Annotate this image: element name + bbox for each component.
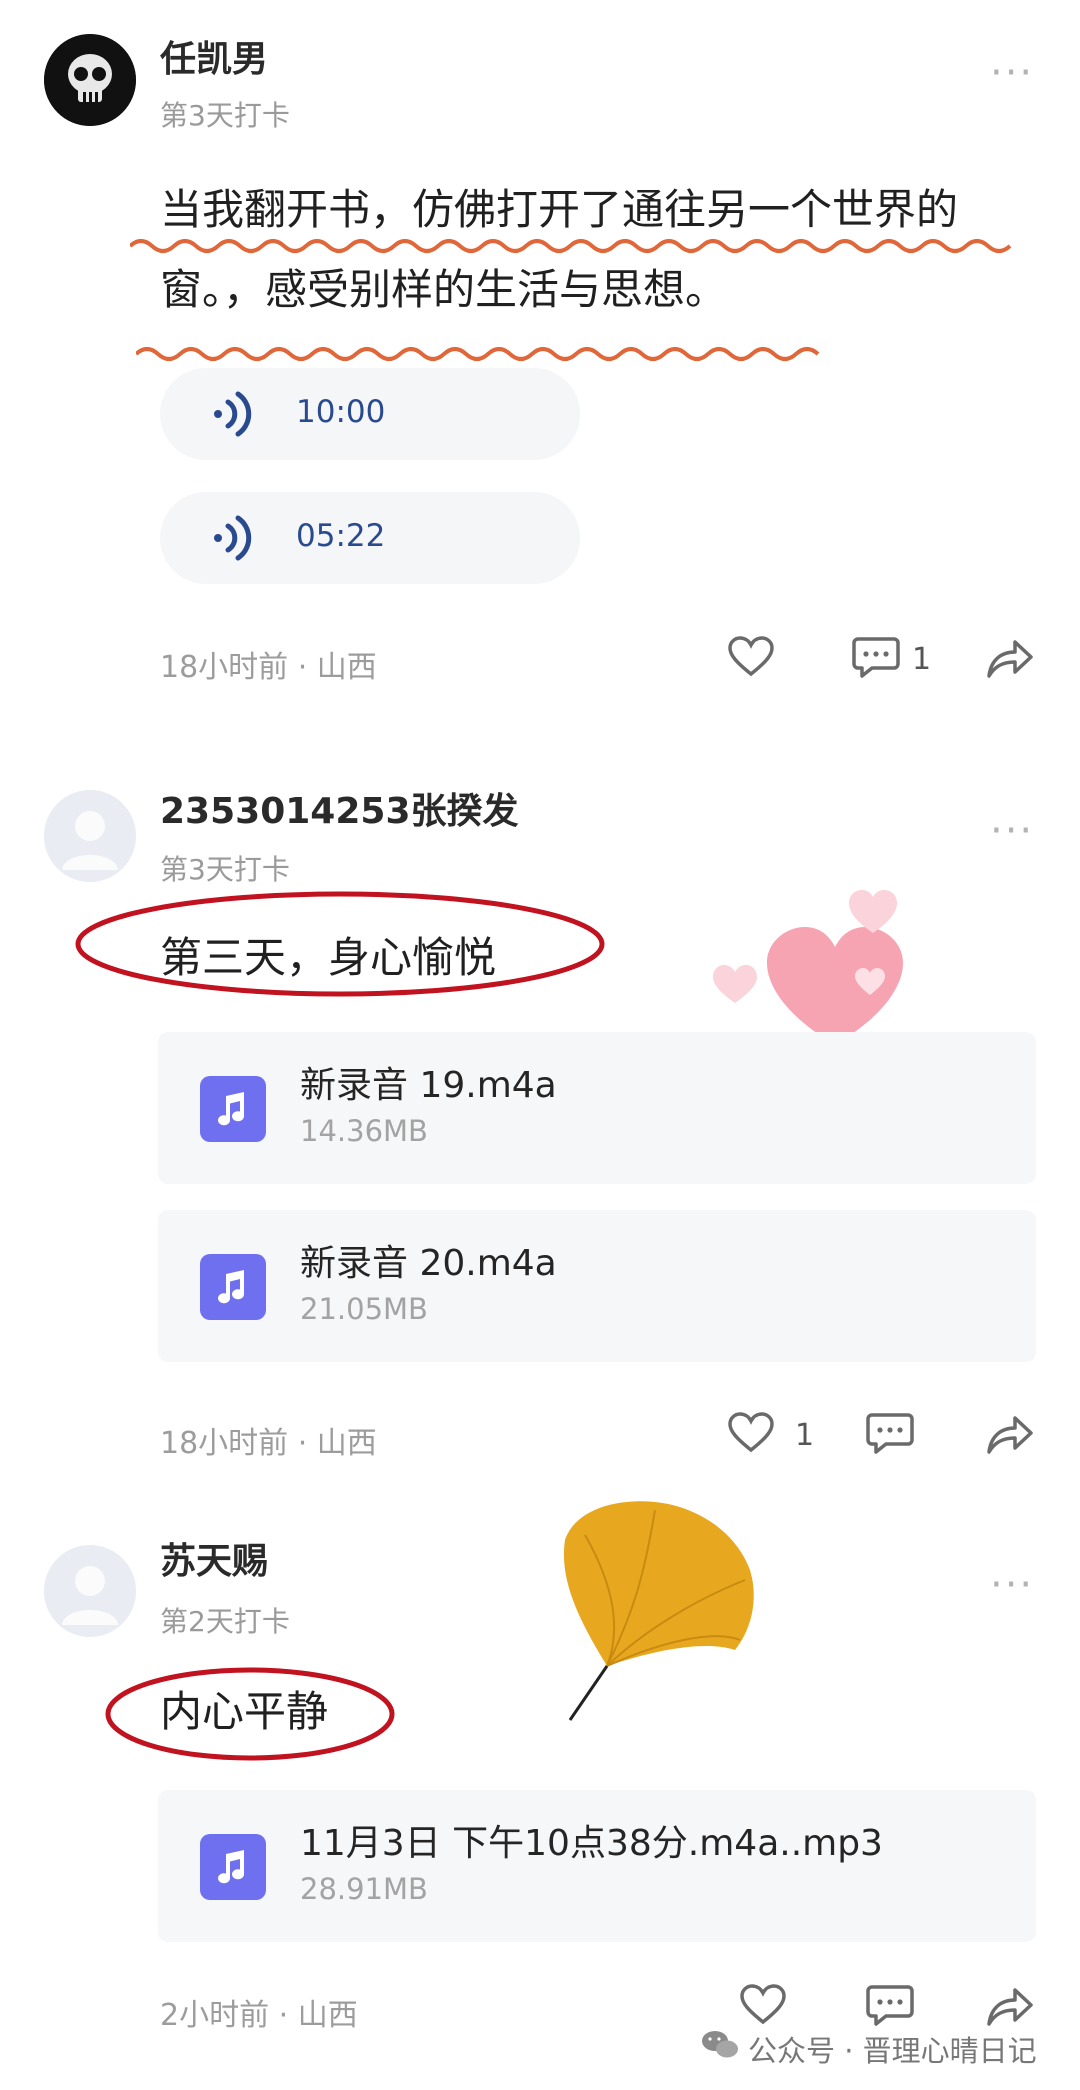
- avatar[interactable]: [44, 790, 136, 882]
- more-options-icon[interactable]: ···: [990, 1562, 1034, 1608]
- wechat-icon: [702, 2031, 738, 2058]
- comment-count: 1: [912, 642, 932, 677]
- file-size: 28.91MB: [300, 1872, 428, 1906]
- post-time-location: 2小时前 · 山西: [160, 1998, 358, 2033]
- file-name: 新录音 19.m4a: [300, 1065, 557, 1106]
- checkin-day-label: 第2天打卡: [160, 1605, 290, 1638]
- avatar[interactable]: [44, 1545, 136, 1637]
- red-circle-annotation: [105, 1667, 395, 1761]
- voice-duration: 10:00: [296, 394, 386, 430]
- file-name: 11月3日 下午10点38分.m4a..mp3: [300, 1823, 883, 1864]
- audio-file-card[interactable]: 11月3日 下午10点38分.m4a..mp3 28.91MB: [158, 1790, 1036, 1942]
- like-heart-icon[interactable]: [728, 1412, 774, 1454]
- voice-message[interactable]: 05:22: [160, 492, 580, 584]
- checkin-day-label: 第3天打卡: [160, 853, 290, 886]
- ginkgo-leaf-icon: [563, 1501, 754, 1721]
- file-name: 新录音 20.m4a: [300, 1243, 557, 1284]
- like-heart-icon[interactable]: [728, 636, 774, 678]
- share-icon[interactable]: [985, 636, 1035, 680]
- music-note-icon: [200, 1076, 266, 1142]
- watermark-text: 公众号 · 晋理心晴日记: [748, 2034, 1037, 2068]
- voice-duration: 05:22: [296, 518, 386, 554]
- wavy-underline-annotation: [130, 239, 1012, 253]
- username[interactable]: 2353014253张揆发: [160, 782, 519, 834]
- voice-wave-icon: [214, 515, 252, 561]
- red-circle-annotation: [75, 891, 605, 997]
- comment-icon[interactable]: [866, 1412, 914, 1454]
- like-count: 1: [795, 1418, 815, 1453]
- post-time-location: 18小时前 · 山西: [160, 650, 377, 685]
- music-note-icon: [200, 1834, 266, 1900]
- file-size: 14.36MB: [300, 1114, 428, 1148]
- checkin-day-label: 第3天打卡: [160, 99, 290, 132]
- audio-file-card[interactable]: 新录音 20.m4a 21.05MB: [158, 1210, 1036, 1362]
- audio-file-card[interactable]: 新录音 19.m4a 14.36MB: [158, 1032, 1036, 1184]
- file-size: 21.05MB: [300, 1292, 428, 1326]
- comment-icon[interactable]: [852, 636, 900, 678]
- music-note-icon: [200, 1254, 266, 1320]
- default-user-icon: [44, 1545, 136, 1637]
- username[interactable]: 任凯男: [160, 30, 268, 82]
- like-heart-icon[interactable]: [740, 1984, 786, 2026]
- avatar[interactable]: [44, 34, 136, 126]
- post-time-location: 18小时前 · 山西: [160, 1426, 377, 1461]
- username[interactable]: 苏天赐: [160, 1532, 268, 1584]
- voice-wave-icon: [214, 391, 252, 437]
- share-icon[interactable]: [985, 1984, 1035, 2028]
- more-options-icon[interactable]: ···: [990, 50, 1034, 96]
- share-icon[interactable]: [985, 1412, 1035, 1456]
- more-options-icon[interactable]: ···: [990, 808, 1034, 854]
- default-user-icon: [44, 790, 136, 882]
- wavy-underline-annotation: [136, 347, 820, 361]
- post-text-line: 窗。，感受别样的生活与思想。: [160, 265, 728, 314]
- comment-icon[interactable]: [866, 1984, 914, 2026]
- voice-message[interactable]: 10:00: [160, 368, 580, 460]
- skull-avatar-icon: [44, 34, 136, 126]
